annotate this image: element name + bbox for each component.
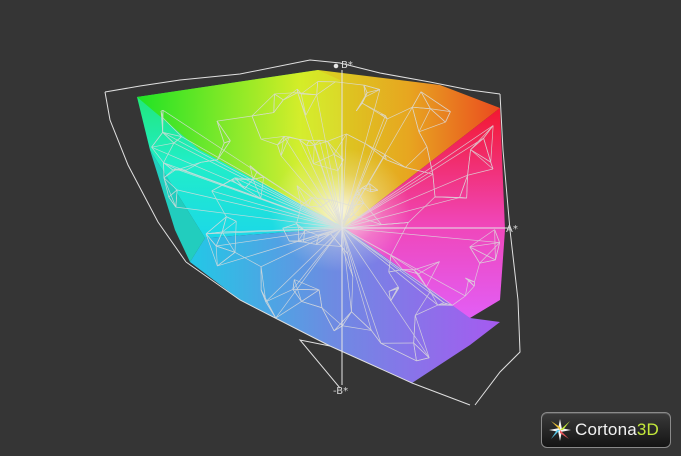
axis-label-b-plus: B* <box>341 60 353 71</box>
logo-name-main: Cortona <box>575 420 637 439</box>
axis-label-a-plus: A* <box>506 224 518 235</box>
axis-label-b-minus: -B* <box>333 386 348 397</box>
logo-name-accent: 3D <box>636 420 660 439</box>
cortona3d-logo[interactable]: Cortona3D <box>541 412 671 448</box>
b-plus-marker <box>333 63 339 69</box>
gamut-plot[interactable]: B* A* -B* <box>0 0 681 456</box>
logo-wordmark: Cortona3D <box>575 420 659 440</box>
cortona-star-icon <box>548 418 572 442</box>
3d-viewport[interactable]: B* A* -B* Cortona3D <box>0 0 681 456</box>
